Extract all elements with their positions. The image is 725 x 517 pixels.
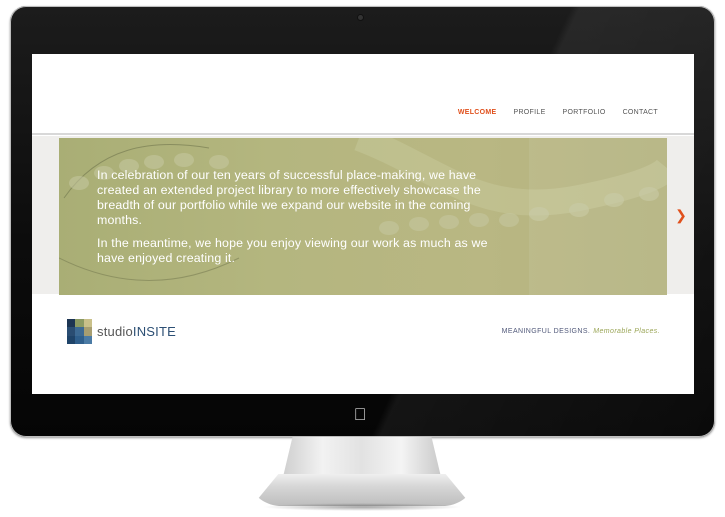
brand-logo[interactable]: studioINSITE bbox=[67, 319, 176, 344]
stand-shadow bbox=[262, 503, 462, 511]
header-divider bbox=[32, 133, 694, 135]
logo-wordmark: studioINSITE bbox=[97, 324, 176, 339]
nav-contact[interactable]: CONTACT bbox=[623, 109, 658, 116]
hero-slide: In celebration of our ten years of succe… bbox=[59, 138, 667, 295]
slide-paragraph-2: In the meantime, we hope you enjoy viewi… bbox=[97, 236, 488, 265]
nav-welcome[interactable]: WELCOME bbox=[458, 109, 497, 116]
nav-profile[interactable]: PROFILE bbox=[513, 109, 545, 116]
apple-logo-icon:  bbox=[352, 406, 368, 424]
chevron-right-icon[interactable]: ❯ bbox=[674, 207, 688, 223]
monitor-stand-neck bbox=[283, 437, 441, 477]
camera-icon bbox=[358, 15, 363, 20]
logo-text-bold: INSITE bbox=[132, 324, 176, 339]
website-screen: WELCOME PROFILE PORTFOLIO CONTACT In cel bbox=[32, 54, 694, 394]
tagline: MEANINGFUL DESIGNS. Memorable Places. bbox=[502, 328, 660, 335]
main-nav: WELCOME PROFILE PORTFOLIO CONTACT bbox=[441, 109, 658, 116]
slide-message: In celebration of our ten years of succe… bbox=[97, 168, 517, 274]
nav-portfolio[interactable]: PORTFOLIO bbox=[563, 109, 606, 116]
monitor-stand-base bbox=[252, 474, 472, 506]
logo-text-light: studio bbox=[97, 324, 133, 339]
slide-paragraph-1: In celebration of our ten years of succe… bbox=[97, 168, 481, 227]
tagline-main: MEANINGFUL DESIGNS. bbox=[501, 328, 591, 335]
tagline-accent: Memorable Places. bbox=[593, 328, 660, 335]
logo-mark-icon bbox=[67, 319, 92, 344]
